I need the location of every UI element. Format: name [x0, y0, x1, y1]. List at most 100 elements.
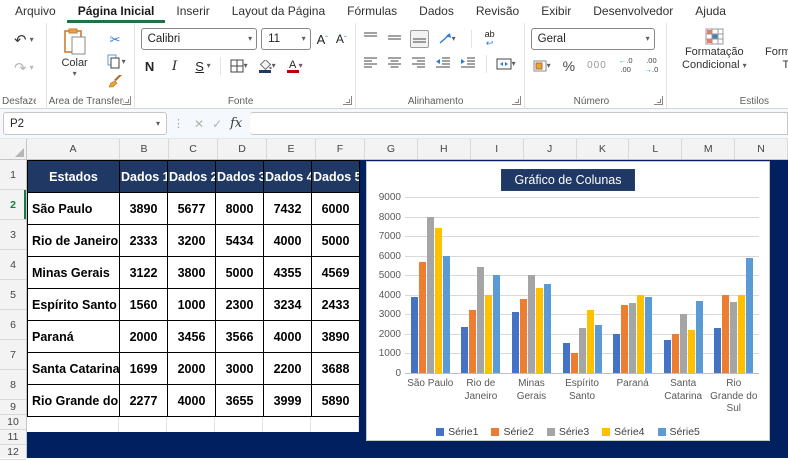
- column-header-m[interactable]: M: [682, 139, 736, 159]
- dialog-launcher-icon[interactable]: [654, 96, 664, 105]
- cell[interactable]: 2433: [311, 288, 360, 321]
- font-color-button[interactable]: A ▾: [285, 59, 305, 74]
- name-box[interactable]: P2 ▾: [3, 112, 167, 135]
- cell[interactable]: 1699: [119, 352, 168, 385]
- cut-button[interactable]: ✂: [103, 31, 128, 49]
- cell[interactable]: 3999: [263, 384, 312, 417]
- cancel-entry-button[interactable]: ✕: [194, 117, 204, 131]
- fill-color-button[interactable]: ▾: [257, 59, 278, 74]
- empty-cell[interactable]: [119, 417, 167, 432]
- increase-font-button[interactable]: Aˆ: [315, 31, 330, 48]
- redo-button[interactable]: ↷ ▾: [12, 58, 36, 78]
- cell[interactable]: 5677: [167, 192, 216, 225]
- column-header-c[interactable]: C: [169, 139, 218, 159]
- cell[interactable]: 3688: [311, 352, 360, 385]
- tab-fo-rmulas[interactable]: Fórmulas: [336, 0, 408, 23]
- cell[interactable]: 7432: [263, 192, 312, 225]
- cell[interactable]: 4000: [167, 384, 216, 417]
- increase-indent-button[interactable]: [459, 56, 477, 72]
- tab-layout-da-pa-gina[interactable]: Layout da Página: [221, 0, 336, 23]
- bar-se-rie4-rio-de-janeiro[interactable]: [485, 294, 493, 373]
- column-header-i[interactable]: I: [471, 139, 524, 159]
- font-name-combo[interactable]: Calibri ▾: [140, 28, 258, 50]
- tab-inserir[interactable]: Inserir: [165, 0, 220, 23]
- bar-se-rie5-parana[interactable]: [645, 296, 653, 373]
- tab-dados[interactable]: Dados: [408, 0, 465, 23]
- confirm-entry-button[interactable]: ✓: [212, 117, 222, 131]
- cell[interactable]: 2000: [119, 320, 168, 353]
- cell[interactable]: São Paulo: [27, 192, 120, 225]
- tab-ajuda[interactable]: Ajuda: [684, 0, 737, 23]
- decrease-indent-button[interactable]: [434, 56, 452, 72]
- table-header-dados-5[interactable]: Dados 5: [311, 160, 360, 193]
- legend-item-se-rie5[interactable]: Série5: [657, 426, 700, 438]
- column-header-a[interactable]: A: [27, 139, 120, 159]
- cell[interactable]: 4569: [311, 256, 360, 289]
- column-header-h[interactable]: H: [418, 139, 471, 159]
- cell[interactable]: 2277: [119, 384, 168, 417]
- bar-se-rie1-santa-catarina[interactable]: [663, 339, 671, 373]
- insert-function-button[interactable]: fx: [230, 116, 242, 131]
- cell[interactable]: 3566: [215, 320, 264, 353]
- align-middle-button[interactable]: [386, 31, 403, 47]
- tab-pa-gina-inicial[interactable]: Página Inicial: [67, 0, 166, 23]
- increase-decimal-button[interactable]: ←.0.00: [617, 56, 635, 75]
- italic-button[interactable]: I: [166, 58, 184, 75]
- cell[interactable]: 3234: [263, 288, 312, 321]
- empty-row[interactable]: [27, 417, 359, 432]
- orientation-button[interactable]: ▾: [436, 32, 458, 46]
- legend-item-se-rie1[interactable]: Série1: [436, 426, 478, 438]
- paste-button[interactable]: Colar ▾: [53, 28, 97, 89]
- bar-se-rie1-parana[interactable]: [613, 333, 621, 373]
- dialog-launcher-icon[interactable]: [121, 96, 131, 105]
- format-as-table-button[interactable]: Formatar como Tabela ▾: [761, 26, 788, 72]
- row-header-10[interactable]: 10: [0, 415, 26, 430]
- conditional-formatting-button[interactable]: Formatação Condicional ▾: [673, 26, 755, 72]
- bar-se-rie1-sa-o-paulo[interactable]: [410, 296, 418, 373]
- decrease-font-button[interactable]: Aˇ: [334, 31, 349, 47]
- bar-se-rie3-rio-grande-do-sul[interactable]: [730, 301, 738, 373]
- cell[interactable]: 3890: [119, 192, 168, 225]
- cell[interactable]: Santa Catarina: [27, 352, 120, 385]
- legend-item-se-rie4[interactable]: Série4: [602, 426, 645, 438]
- copy-button[interactable]: ▾: [103, 53, 128, 70]
- bar-se-rie4-sa-o-paulo[interactable]: [434, 227, 442, 373]
- format-painter-button[interactable]: [103, 74, 128, 89]
- bar-se-rie2-minas-gerais[interactable]: [519, 298, 527, 373]
- tab-revisa-o[interactable]: Revisão: [465, 0, 530, 23]
- cell[interactable]: 3000: [215, 352, 264, 385]
- bar-se-rie3-santa-catarina[interactable]: [679, 314, 687, 373]
- dialog-launcher-icon[interactable]: [342, 96, 352, 105]
- chart-title[interactable]: Gráfico de Colunas: [501, 169, 635, 191]
- bar-se-rie2-santa-catarina[interactable]: [671, 333, 679, 373]
- cell[interactable]: 2300: [215, 288, 264, 321]
- table-header-dados-4[interactable]: Dados 4: [263, 160, 312, 193]
- bar-se-rie2-sa-o-paulo[interactable]: [418, 261, 426, 373]
- cell[interactable]: 3456: [167, 320, 216, 353]
- align-left-button[interactable]: [362, 56, 379, 72]
- empty-cell[interactable]: [27, 417, 119, 432]
- accounting-format-button[interactable]: ▾: [531, 59, 553, 73]
- bar-se-rie5-sa-o-paulo[interactable]: [442, 255, 450, 373]
- column-header-e[interactable]: E: [267, 139, 316, 159]
- cell[interactable]: 6000: [311, 192, 360, 225]
- bar-se-rie5-santa-catarina[interactable]: [695, 300, 703, 373]
- column-header-d[interactable]: D: [218, 139, 267, 159]
- cell[interactable]: 2200: [263, 352, 312, 385]
- column-chart[interactable]: Gráfico de Colunas 9000 8000 7000 6000 5000 4…: [366, 161, 770, 441]
- table-header-estados[interactable]: Estados: [27, 160, 120, 193]
- column-header-n[interactable]: N: [735, 139, 788, 159]
- align-top-button[interactable]: [362, 31, 379, 47]
- underline-button[interactable]: S ▾: [191, 58, 213, 75]
- bar-se-rie5-rio-de-janeiro[interactable]: [493, 275, 501, 373]
- align-center-button[interactable]: [386, 56, 403, 72]
- cell[interactable]: 5434: [215, 224, 264, 257]
- row-header-3[interactable]: 3: [0, 220, 26, 250]
- bar-se-rie2-rio-grande-do-sul[interactable]: [722, 294, 730, 373]
- empty-cell[interactable]: [215, 417, 263, 432]
- merge-center-button[interactable]: ▾: [494, 57, 518, 71]
- bar-se-rie5-minas-gerais[interactable]: [543, 283, 551, 373]
- bar-se-rie2-espi-rito-santo[interactable]: [570, 353, 578, 373]
- column-header-f[interactable]: F: [316, 139, 365, 159]
- cell[interactable]: 4000: [263, 224, 312, 257]
